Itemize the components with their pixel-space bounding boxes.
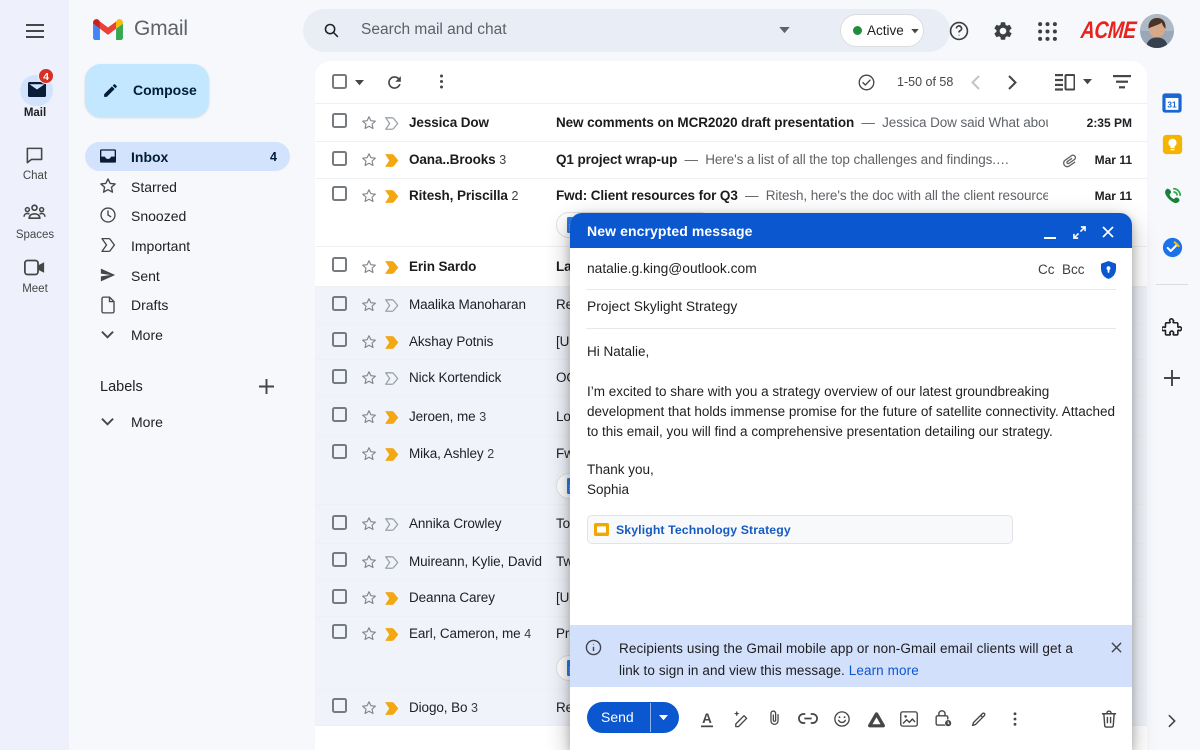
svg-text:31: 31 [1167, 100, 1177, 109]
svg-text:A: A [702, 711, 712, 726]
